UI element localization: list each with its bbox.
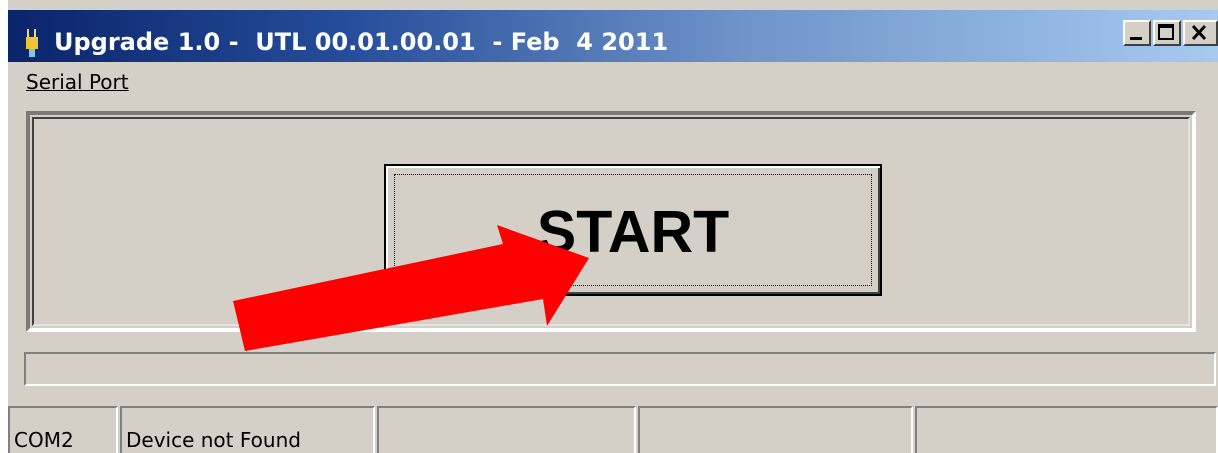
start-button-label: START [536,199,730,265]
menu-bar: Serial Port [8,62,1218,100]
app-icon [26,29,38,57]
maximize-button[interactable] [1153,20,1181,46]
status-pane-port: COM2 [8,406,118,453]
menu-serial-port-label: Serial Port [26,70,129,94]
start-button[interactable]: START [384,164,882,296]
status-pane-device: Device not Found [120,406,375,453]
status-port: COM2 [14,428,74,452]
window-title: Upgrade 1.0 - UTL 00.01.00.01 - Feb 4 20… [54,28,669,56]
status-pane-5 [915,406,1218,453]
close-icon [1191,24,1207,41]
minimize-icon [1130,37,1142,40]
progress-bar [24,352,1216,386]
maximize-icon [1158,24,1174,40]
status-pane-3 [377,406,636,453]
status-pane-4 [638,406,913,453]
status-device: Device not Found [126,428,301,452]
minimize-button[interactable] [1123,20,1151,46]
status-bar: COM2 Device not Found [8,401,1218,453]
close-button[interactable] [1183,20,1218,46]
title-bar[interactable]: Upgrade 1.0 - UTL 00.01.00.01 - Feb 4 20… [8,10,1218,62]
menu-serial-port[interactable]: Serial Port [26,70,129,94]
